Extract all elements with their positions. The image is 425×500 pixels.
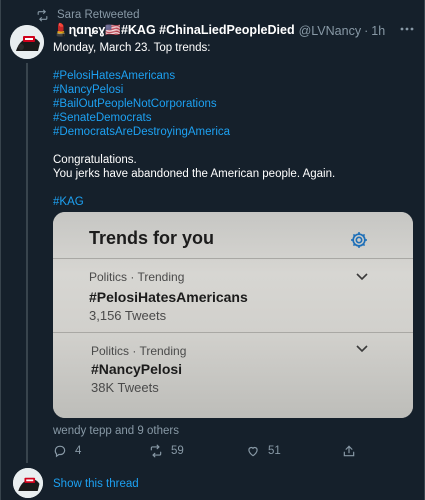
- chevron-down-icon: [356, 273, 368, 281]
- photo-divider: [53, 258, 413, 259]
- photo-divider: [53, 332, 413, 333]
- photo-trends-title: Trends for you: [89, 228, 215, 248]
- hashtag-link[interactable]: #PelosiHatesAmericans: [53, 69, 398, 83]
- hashtag-link[interactable]: #KAG: [53, 195, 398, 209]
- tweet-photo[interactable]: Trends for you Politics · Trending #Pelo…: [53, 212, 413, 418]
- author-name[interactable]: 💄ɳɑɳɕɣ🇺🇸#KAG #ChinaLiedPeopleDied: [53, 23, 295, 38]
- trend-name: #NancyPelosi: [91, 361, 183, 377]
- hashtag-link[interactable]: #DemocratsAreDestroyingAmerica: [53, 125, 398, 139]
- retweet-context[interactable]: Sara Retweeted: [36, 8, 139, 22]
- trend-meta: Politics · Trending: [89, 270, 185, 284]
- like-count: 51: [268, 445, 281, 457]
- share-button[interactable]: [342, 444, 364, 458]
- retweet-icon: [150, 444, 162, 458]
- author-avatar[interactable]: [10, 25, 44, 59]
- trend-meta: Politics · Trending: [91, 344, 187, 358]
- retweet-icon: [37, 9, 48, 21]
- tweet-text: Monday, March 23. Top trends: #PelosiHat…: [53, 41, 398, 209]
- tweet-header: 💄ɳɑɳɕɣ🇺🇸#KAG #ChinaLiedPeopleDied @LVNan…: [53, 23, 417, 38]
- tweet-message: You jerks have abandoned the American pe…: [53, 168, 336, 180]
- thread-avatar[interactable]: [13, 468, 43, 498]
- author-handle[interactable]: @LVNancy: [299, 24, 361, 38]
- retweet-button[interactable]: 59: [149, 444, 184, 458]
- trend-name: #PelosiHatesAmericans: [89, 289, 248, 305]
- heart-icon: [248, 446, 258, 457]
- reply-count: 4: [75, 445, 82, 457]
- avatar-image: [10, 25, 44, 59]
- tweet-congrats: Congratulations.: [53, 154, 137, 166]
- header-separator: ·: [364, 23, 369, 38]
- trend-count: 38K Tweets: [91, 380, 159, 395]
- more-icon[interactable]: [399, 21, 415, 37]
- trend-count: 3,156 Tweets: [89, 308, 167, 323]
- avatar-image: [13, 468, 43, 498]
- thread-dots: [25, 441, 29, 463]
- share-icon: [343, 445, 355, 457]
- retweet-context-label: Sara Retweeted: [57, 9, 140, 21]
- hashtag-link[interactable]: #SenateDemocrats: [53, 111, 398, 125]
- retweet-count: 59: [171, 445, 184, 457]
- reply-icon: [54, 445, 66, 458]
- chevron-down-icon: [356, 345, 368, 353]
- like-button[interactable]: 51: [246, 444, 281, 458]
- liked-by-line[interactable]: wendy tepp and 9 others: [53, 425, 179, 437]
- show-thread-link[interactable]: Show this thread: [53, 478, 139, 490]
- hashtag-link[interactable]: #BailOutPeopleNotCorporations: [53, 97, 398, 111]
- tweet-timestamp[interactable]: 1h: [371, 24, 385, 38]
- more-dots-glyph: [400, 27, 414, 31]
- tweet-intro: Monday, March 23. Top trends:: [53, 42, 211, 54]
- thread-connector-line: [26, 63, 28, 463]
- tweet-actions: 4 59 51: [53, 444, 413, 460]
- reply-button[interactable]: 4: [53, 444, 81, 458]
- gear-icon: [351, 232, 367, 248]
- hashtag-link[interactable]: #NancyPelosi: [53, 83, 398, 97]
